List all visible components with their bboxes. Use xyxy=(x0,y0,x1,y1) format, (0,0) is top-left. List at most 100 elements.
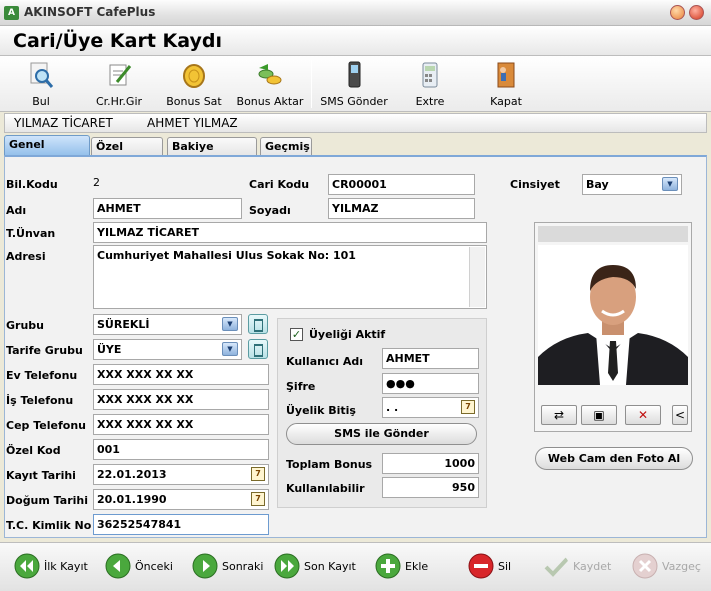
grubu-select[interactable]: SÜREKLİ ▼ xyxy=(93,314,242,335)
cari-kodu-field[interactable]: CR00001 xyxy=(328,174,475,195)
ekle-button[interactable]: Ekle xyxy=(375,553,433,581)
vazgec-label: Vazgeç xyxy=(662,560,701,573)
calendar-icon[interactable]: 7 xyxy=(461,400,475,414)
adresi-field[interactable]: Cumhuriyet Mahallesi Ulus Sokak No: 101 xyxy=(93,245,487,309)
bonus-sat-button[interactable]: Bonus Sat xyxy=(160,58,228,110)
photo-delete-button[interactable]: ✕ xyxy=(625,405,661,425)
delete-icon xyxy=(468,553,494,579)
cep-telefonu-field[interactable]: XXX XXX XX XX xyxy=(93,414,269,435)
soyadi-field[interactable]: YILMAZ xyxy=(328,198,475,219)
uyelik-aktif-label: Üyeliği Aktif xyxy=(309,328,386,341)
sil-button[interactable]: Sil xyxy=(468,553,518,581)
unvan-field[interactable]: YILMAZ TİCARET xyxy=(93,222,487,243)
dogum-tarihi-field[interactable]: 20.01.1990 7 xyxy=(93,489,269,510)
sonraki-button[interactable]: Sonraki xyxy=(192,553,264,581)
cinsiyet-select[interactable]: Bay ▼ xyxy=(582,174,682,195)
kullanici-adi-field[interactable]: AHMET xyxy=(382,348,479,369)
form-header: Cari/Üye Kart Kaydı xyxy=(0,26,711,56)
tc-kimlik-field[interactable]: 36252547841 xyxy=(93,514,269,535)
bonus-aktar-label: Bonus Aktar xyxy=(236,95,304,108)
chevron-down-icon[interactable]: ▼ xyxy=(222,342,238,356)
checkmark-icon xyxy=(544,557,569,577)
window-title: AKINSOFT CafePlus xyxy=(24,5,156,19)
close-window-button[interactable] xyxy=(689,5,704,20)
tarife-grubu-value: ÜYE xyxy=(97,343,122,356)
sifre-field[interactable]: ●●● xyxy=(382,373,479,394)
son-kayit-button[interactable]: Son Kayıt xyxy=(274,553,356,581)
photo-frame: ⇄ ▣ ✕ < xyxy=(534,222,692,432)
add-icon xyxy=(375,553,401,579)
extre-label: Extre xyxy=(415,95,445,108)
customer-name: AHMET YILMAZ xyxy=(147,116,238,130)
onceki-label: Önceki xyxy=(135,560,173,573)
calendar-icon[interactable]: 7 xyxy=(251,467,265,481)
sms-ile-gonder-button[interactable]: SMS ile Gönder xyxy=(286,423,477,445)
uyelik-bitis-field[interactable]: . . 7 xyxy=(382,397,479,418)
dogum-tarihi-label: Doğum Tarihi xyxy=(6,494,88,507)
adresi-value: Cumhuriyet Mahallesi Ulus Sokak No: 101 xyxy=(97,249,356,262)
bonus-aktar-button[interactable]: Bonus Aktar xyxy=(234,58,306,110)
frame-icon: ▣ xyxy=(593,408,605,422)
kayit-tarihi-label: Kayıt Tarihi xyxy=(6,469,76,482)
kayit-tarihi-field[interactable]: 22.01.2013 7 xyxy=(93,464,269,485)
photo-view-button[interactable]: ▣ xyxy=(581,405,617,425)
dogum-tarihi-value: 20.01.1990 xyxy=(97,493,167,506)
kullanilabilir-label: Kullanılabilir xyxy=(286,482,365,495)
photo-more-button[interactable]: < xyxy=(672,405,688,425)
photo-rotate-button[interactable]: ⇄ xyxy=(541,405,577,425)
ozel-kod-field[interactable]: 001 xyxy=(93,439,269,460)
cancel-icon xyxy=(632,553,658,579)
chevron-down-icon[interactable]: ▼ xyxy=(222,317,238,331)
calendar-icon[interactable]: 7 xyxy=(251,492,265,506)
kaydet-label: Kaydet xyxy=(573,560,612,573)
toolbar: Bul Cr.Hr.Gir Bonus Sat Bonus Aktar SMS … xyxy=(0,56,711,112)
is-telefonu-field[interactable]: XXX XXX XX XX xyxy=(93,389,269,410)
cep-telefonu-label: Cep Telefonu xyxy=(6,419,86,432)
cinsiyet-value: Bay xyxy=(586,178,609,191)
kaydet-button[interactable]: Kaydet xyxy=(543,553,613,581)
last-record-icon xyxy=(274,553,300,579)
son-kayit-label: Son Kayıt xyxy=(304,560,356,573)
uyelik-bitis-value: . . xyxy=(386,401,399,414)
vazgec-button[interactable]: Vazgeç xyxy=(632,553,704,581)
adi-field[interactable]: AHMET xyxy=(93,198,242,219)
sil-label: Sil xyxy=(498,560,512,573)
uyelik-aktif-checkbox[interactable]: ✓ xyxy=(290,328,303,341)
tarife-grubu-list-button[interactable] xyxy=(248,339,268,359)
bil-kodu-value: 2 xyxy=(93,176,100,189)
tab-bakiye-bilgileri[interactable]: Bakiye Bilgileri xyxy=(167,137,257,171)
onceki-button[interactable]: Önceki xyxy=(105,553,175,581)
grubu-value: SÜREKLİ xyxy=(97,318,150,331)
webcam-photo-button[interactable]: Web Cam den Foto Al xyxy=(535,447,693,470)
tab-genel-bilgiler[interactable]: Genel Bilgiler xyxy=(4,135,90,169)
ev-telefonu-label: Ev Telefonu xyxy=(6,369,78,382)
form-title: Cari/Üye Kart Kaydı xyxy=(13,30,222,52)
photo-header xyxy=(538,226,688,242)
delete-x-icon: ✕ xyxy=(637,408,649,422)
sms-gonder-button[interactable]: SMS Gönder xyxy=(316,58,392,110)
window-titlebar: A AKINSOFT CafePlus xyxy=(0,0,711,26)
app-icon: A xyxy=(4,6,19,20)
transfer-icon xyxy=(258,64,282,85)
toplam-bonus-field[interactable]: 1000 xyxy=(382,453,479,474)
ilk-kayit-button[interactable]: İlk Kayıt xyxy=(14,553,94,581)
bul-label: Bul xyxy=(32,95,50,108)
tarife-grubu-select[interactable]: ÜYE ▼ xyxy=(93,339,242,360)
kapat-button[interactable]: Kapat xyxy=(476,58,536,110)
chevron-down-icon[interactable]: ▼ xyxy=(662,177,678,191)
minimize-button[interactable] xyxy=(670,5,685,20)
sms-gonder-label: SMS Gönder xyxy=(320,95,388,108)
bul-button[interactable]: Bul xyxy=(10,58,72,110)
tab-ozel-bilgiler[interactable]: Özel Bilgiler xyxy=(91,137,163,171)
next-icon xyxy=(192,553,218,579)
tab-gecmis[interactable]: Geçmiş xyxy=(260,137,312,157)
unvan-label: T.Ünvan xyxy=(6,227,56,240)
adresi-scrollbar[interactable] xyxy=(469,247,485,307)
grubu-list-button[interactable] xyxy=(248,314,268,334)
kayit-tarihi-value: 22.01.2013 xyxy=(97,468,167,481)
cr-hr-gir-button[interactable]: Cr.Hr.Gir xyxy=(86,58,152,110)
adresi-label: Adresi xyxy=(6,250,46,263)
ev-telefonu-field[interactable]: XXX XXX XX XX xyxy=(93,364,269,385)
kullanilabilir-field[interactable]: 950 xyxy=(382,477,479,498)
extre-button[interactable]: Extre xyxy=(400,58,460,110)
